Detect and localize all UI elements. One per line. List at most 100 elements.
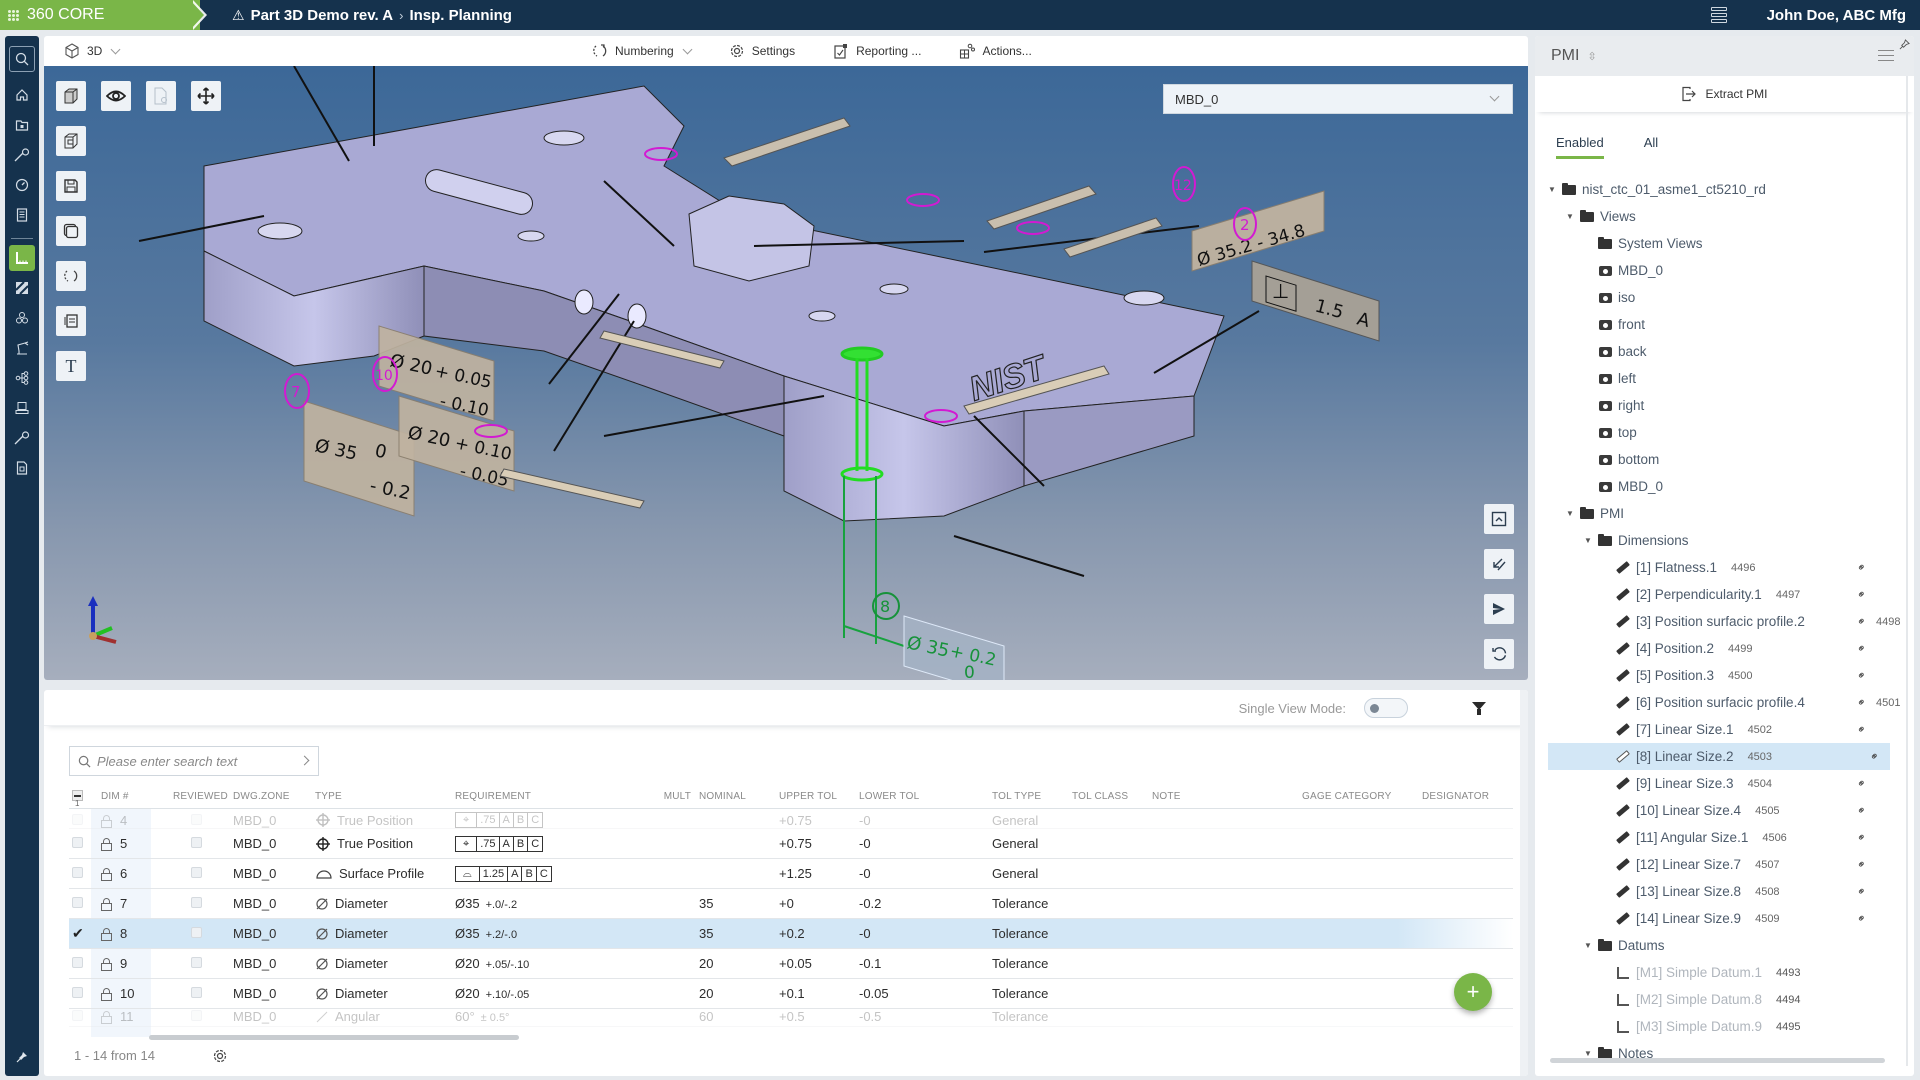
tree-node[interactable]: ▼ nist_ctc_01_asme1_ct5210_rd (1535, 176, 1914, 203)
hamburger-menu-icon[interactable] (1878, 50, 1894, 61)
app-brand[interactable]: 360 CORE (0, 0, 200, 30)
table-row[interactable]: 11 MBD_0 Angular 60° ± 0.5° 60 +0.5 -0.5 Toleran… (69, 1009, 1513, 1027)
3d-viewport[interactable]: Ø 35 0 - 0.2 Ø 20 + 0.05 - 0.10 Ø 20 + 0… (44, 66, 1528, 680)
table-settings-button[interactable] (212, 1048, 228, 1068)
pmi-frame-position-2[interactable] (499, 468, 645, 509)
balloon-7[interactable]: 7 (291, 383, 301, 401)
display-mode-button[interactable] (56, 81, 86, 111)
tree-node[interactable]: [3] Position surfacic profile.2 4498 ⚭ (1535, 608, 1914, 635)
reviewed-checkbox[interactable] (173, 926, 233, 941)
pin-icon[interactable] (1899, 39, 1910, 53)
link-icon[interactable]: ⚭ (1854, 722, 1869, 737)
add-dimension-button[interactable]: + (1454, 973, 1492, 1011)
section-view-button[interactable] (56, 126, 86, 156)
tree-node[interactable]: [7] Linear Size.1 4502 ⚭ (1535, 716, 1914, 743)
tab-enabled[interactable]: Enabled (1556, 135, 1604, 159)
chevron-right-icon[interactable] (299, 755, 310, 766)
tree-node[interactable]: [6] Position surfacic profile.4 4501 ⚭ (1535, 689, 1914, 716)
reset-view-button[interactable] (1484, 639, 1514, 669)
rail-machines[interactable] (9, 395, 35, 421)
arrange-button[interactable] (1484, 549, 1514, 579)
tree-node[interactable]: back (1535, 338, 1914, 365)
numbering-dropdown[interactable]: Numbering (592, 43, 693, 59)
pin-icon[interactable] (16, 1050, 28, 1068)
lock-icon[interactable] (101, 867, 112, 881)
pmi-frame-7[interactable]: Ø 35 0 - 0.2 (303, 400, 415, 517)
col-nominal[interactable]: NOMINAL (699, 791, 779, 802)
reviewed-checkbox[interactable] (173, 986, 233, 1001)
save-view-button[interactable] (56, 171, 86, 201)
breadcrumb-part[interactable]: Part 3D Demo rev. A (251, 7, 394, 24)
caret-down-icon[interactable]: ▼ (1584, 941, 1592, 950)
select-all-checkbox[interactable] (69, 789, 91, 804)
row-checkbox[interactable] (69, 986, 91, 1001)
link-icon[interactable]: ⚭ (1854, 803, 1869, 818)
pmi-frame-perpendicularity[interactable]: ⊥ 1.5 A (1251, 260, 1380, 342)
caret-down-icon[interactable]: ▼ (1584, 1049, 1592, 1058)
table-vertical-scrollbar[interactable] (1520, 690, 1528, 1076)
duplicate-button[interactable] (56, 216, 86, 246)
balloon-8[interactable]: 8 (880, 597, 890, 616)
reviewed-checkbox[interactable] (173, 866, 233, 881)
tree-node[interactable]: [2] Perpendicularity.1 4497 ⚭ (1535, 581, 1914, 608)
link-icon[interactable]: ⚭ (1854, 830, 1869, 845)
link-icon[interactable]: ⚭ (1854, 641, 1869, 656)
reviewed-checkbox[interactable] (173, 836, 233, 851)
link-icon[interactable]: ⚭ (1854, 695, 1869, 710)
tree-node[interactable]: ▼ Views (1535, 203, 1914, 230)
table-row[interactable]: 10 MBD_0 Diameter Ø20 +.10/-.05 20 +0.1 -0.05 To… (69, 979, 1513, 1009)
fit-view-button[interactable] (1484, 504, 1514, 534)
tree-node[interactable]: right (1535, 392, 1914, 419)
col-mult[interactable]: MULT (629, 791, 699, 802)
tree-node[interactable]: MBD_0 (1535, 473, 1914, 500)
lock-icon[interactable] (101, 814, 112, 828)
table-search-input[interactable]: Please enter search text (69, 746, 319, 776)
tree-node[interactable]: [4] Position.2 4499 ⚭ (1535, 635, 1914, 662)
row-checkbox[interactable] (69, 813, 91, 828)
tree-node[interactable]: [10] Linear Size.4 4505 ⚭ (1535, 797, 1914, 824)
row-checkbox[interactable] (69, 956, 91, 971)
tree-node[interactable]: [M2] Simple Datum.8 4494 (1535, 986, 1914, 1013)
pmi-frame-position[interactable] (723, 117, 851, 167)
rail-robot[interactable] (9, 335, 35, 361)
lock-icon[interactable] (101, 987, 112, 1001)
tree-node[interactable]: iso (1535, 284, 1914, 311)
col-upper-tol[interactable]: UPPER TOL (779, 791, 859, 802)
tree-node[interactable]: front (1535, 311, 1914, 338)
balloon-2[interactable]: 2 (1240, 216, 1250, 234)
rail-reports[interactable] (9, 455, 35, 481)
rail-resources[interactable] (9, 305, 35, 331)
tree-node[interactable]: ▼ PMI (1535, 500, 1914, 527)
tree-node[interactable]: bottom (1535, 446, 1914, 473)
tree-vertical-scrollbar[interactable] (1906, 76, 1908, 1066)
rail-search[interactable] (9, 46, 35, 72)
settings-button[interactable]: Settings (729, 43, 795, 59)
sort-list-button[interactable] (56, 306, 86, 336)
row-checkbox[interactable] (69, 836, 91, 851)
tree-node[interactable]: [13] Linear Size.8 4508 ⚭ (1535, 878, 1914, 905)
col-dim[interactable]: DIM # (91, 791, 173, 802)
tree-node[interactable]: [1] Flatness.1 4496 ⚭ (1535, 554, 1914, 581)
rail-home[interactable] (9, 82, 35, 108)
row-checkbox[interactable] (69, 1009, 91, 1024)
rail-parts[interactable] (9, 112, 35, 138)
actions-button[interactable]: Actions... (959, 43, 1032, 59)
table-row[interactable]: 6 MBD_0 Surface Profile ⌓ 1.25 A B C +1.25 -0 Gene… (69, 859, 1513, 889)
tab-all[interactable]: All (1644, 135, 1658, 159)
rail-documents[interactable] (9, 202, 35, 228)
inspect-document-button[interactable] (146, 81, 176, 111)
link-icon[interactable]: ⚭ (1854, 668, 1869, 683)
link-icon[interactable]: ⚭ (1854, 587, 1869, 602)
caret-down-icon[interactable]: ▼ (1566, 212, 1574, 221)
view-select[interactable]: MBD_0 (1163, 84, 1513, 114)
link-icon[interactable]: ⚭ (1854, 911, 1869, 926)
lock-icon[interactable] (101, 837, 112, 851)
col-gage-category[interactable]: GAGE CATEGORY (1302, 791, 1422, 802)
reviewed-checkbox[interactable] (173, 896, 233, 911)
lock-icon[interactable] (101, 897, 112, 911)
col-tol-type[interactable]: TOL TYPE (992, 791, 1072, 802)
col-note[interactable]: NOTE (1152, 791, 1302, 802)
rail-materials[interactable] (9, 275, 35, 301)
caret-down-icon[interactable]: ▼ (1584, 536, 1592, 545)
link-icon[interactable]: ⚭ (1854, 857, 1869, 872)
